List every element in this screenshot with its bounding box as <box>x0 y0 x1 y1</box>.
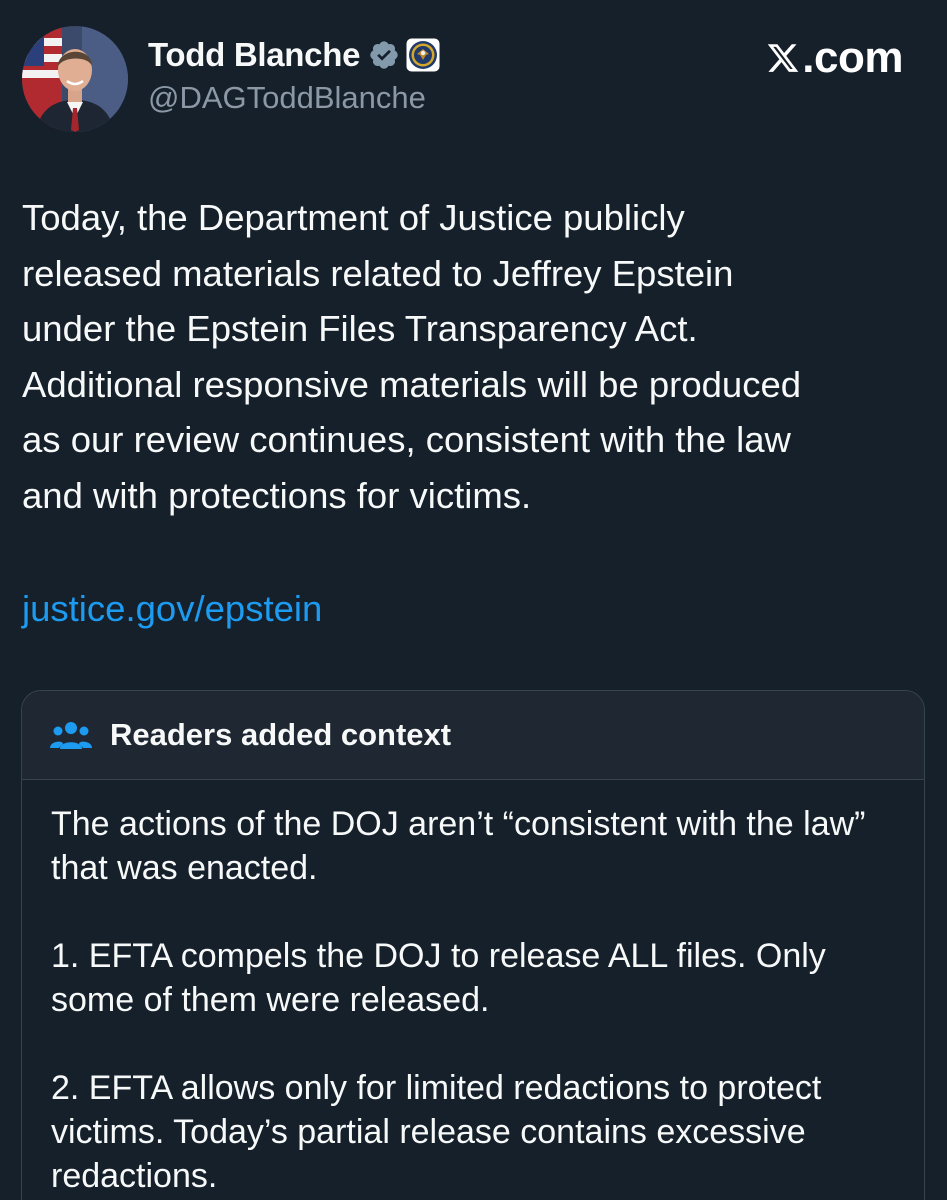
name-row: Todd Blanche <box>148 34 440 76</box>
x-logo-icon <box>768 44 799 72</box>
brand-logo: .com <box>766 33 903 83</box>
note-paragraph: 1. EFTA compels the DOJ to release ALL f… <box>51 937 826 1019</box>
brand-label: .com <box>802 33 903 82</box>
tweet-header: Todd Blanche @DAGToddBlanche .com <box>0 0 947 140</box>
avatar[interactable] <box>22 26 128 132</box>
community-note-body: The actions of the DOJ aren’t “consisten… <box>22 780 924 1198</box>
display-name[interactable]: Todd Blanche <box>148 36 360 74</box>
note-paragraph: 2. EFTA allows only for limited redactio… <box>51 1069 822 1195</box>
verified-badge-icon[interactable] <box>368 39 400 71</box>
note-paragraph: The actions of the DOJ aren’t “consisten… <box>51 805 866 887</box>
user-handle[interactable]: @DAGToddBlanche <box>148 80 426 116</box>
tweet-text: Today, the Department of Justice publicl… <box>22 197 802 516</box>
people-icon <box>50 722 92 749</box>
community-note-title: Readers added context <box>110 717 452 752</box>
community-note: Readers added context The actions of the… <box>21 690 925 1200</box>
community-note-header[interactable]: Readers added context <box>22 691 924 780</box>
doj-seal-icon[interactable] <box>406 38 440 72</box>
tweet-link[interactable]: justice.gov/epstein <box>22 581 322 636</box>
